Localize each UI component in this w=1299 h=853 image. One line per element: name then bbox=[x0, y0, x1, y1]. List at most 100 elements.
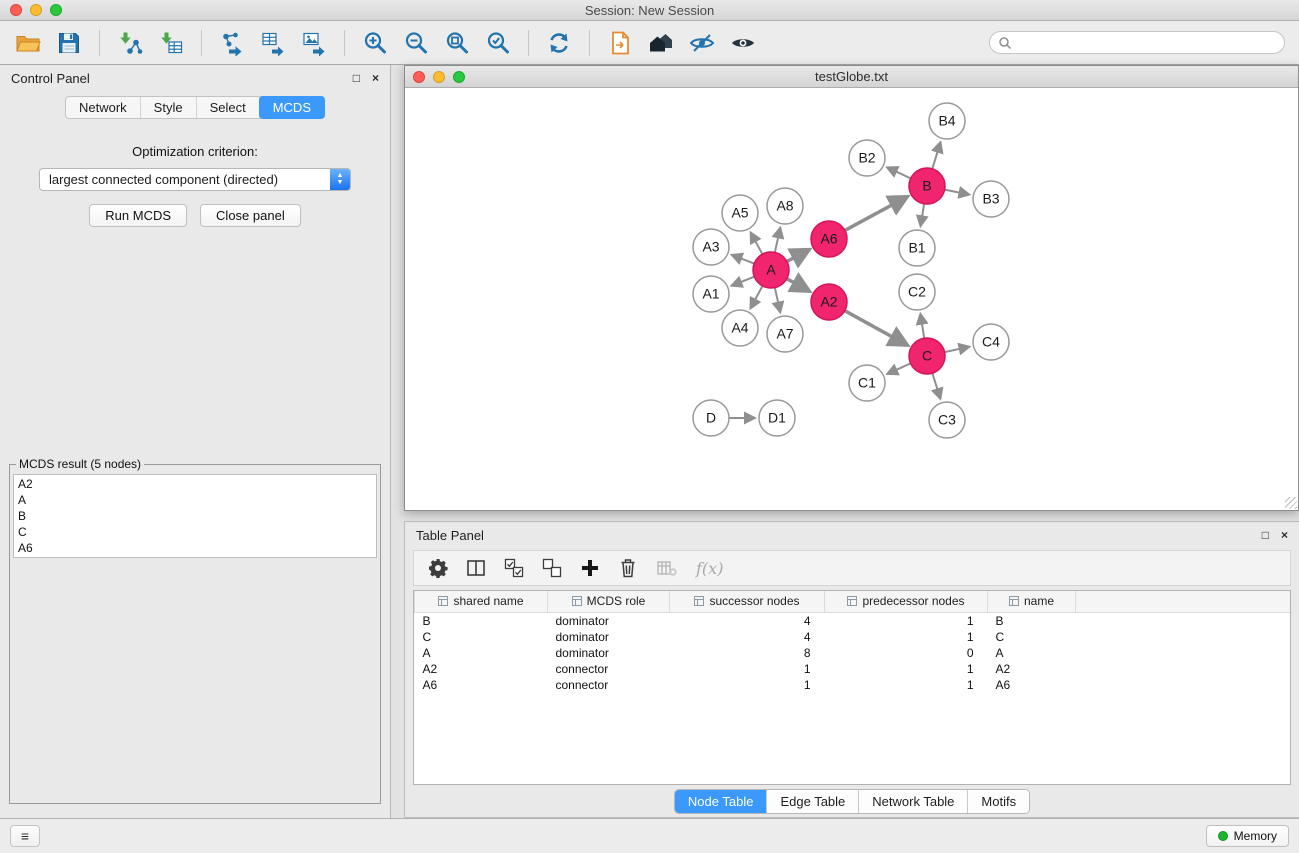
network-minimize-button[interactable] bbox=[433, 71, 445, 83]
tab-network-table[interactable]: Network Table bbox=[859, 790, 968, 813]
cell-predecessor-nodes[interactable]: 1 bbox=[825, 612, 988, 629]
close-panel-button[interactable]: Close panel bbox=[200, 204, 301, 227]
mcds-result-list[interactable]: A2 A B C A6 bbox=[13, 474, 377, 558]
criterion-dropdown[interactable]: largest connected component (directed) ▲… bbox=[39, 168, 351, 191]
cell-shared-name[interactable]: C bbox=[415, 629, 548, 645]
cell-mcds-role[interactable]: dominator bbox=[548, 629, 670, 645]
column-header-shared-name[interactable]: shared name bbox=[415, 591, 548, 612]
home-view-button[interactable] bbox=[645, 27, 677, 59]
cell-mcds-role[interactable]: connector bbox=[548, 677, 670, 693]
network-zoom-button[interactable] bbox=[453, 71, 465, 83]
close-window-button[interactable] bbox=[10, 4, 22, 16]
table-row[interactable]: C dominator 4 1 C bbox=[415, 629, 1291, 645]
graph-edge-A-A1[interactable] bbox=[731, 277, 754, 286]
memory-button[interactable]: Memory bbox=[1206, 825, 1289, 847]
tab-network[interactable]: Network bbox=[66, 97, 141, 118]
graph-edge-A-A7[interactable] bbox=[775, 288, 780, 313]
graph-edge-B-B2[interactable] bbox=[887, 167, 911, 178]
cell-predecessor-nodes[interactable]: 1 bbox=[825, 677, 988, 693]
graph-edge-B-B1[interactable] bbox=[921, 204, 925, 227]
tab-select[interactable]: Select bbox=[197, 97, 260, 118]
resize-handle[interactable] bbox=[1285, 497, 1297, 509]
tab-node-table[interactable]: Node Table bbox=[675, 790, 768, 813]
column-header-predecessor-nodes[interactable]: predecessor nodes bbox=[825, 591, 988, 612]
graph-edge-C-C1[interactable] bbox=[887, 363, 911, 374]
cell-name[interactable]: A6 bbox=[988, 677, 1076, 693]
zoom-fit-button[interactable] bbox=[441, 27, 473, 59]
graph-edge-A6-B[interactable] bbox=[845, 196, 908, 230]
refresh-button[interactable] bbox=[543, 27, 575, 59]
search-field[interactable] bbox=[989, 31, 1285, 54]
cell-successor-nodes[interactable]: 8 bbox=[670, 645, 825, 661]
graph-edge-C-C3[interactable] bbox=[932, 373, 940, 399]
graph-edge-A-A2[interactable] bbox=[787, 279, 810, 292]
tab-mcds[interactable]: MCDS bbox=[259, 96, 325, 119]
result-item[interactable]: A bbox=[18, 492, 372, 508]
network-close-button[interactable] bbox=[413, 71, 425, 83]
zoom-in-button[interactable] bbox=[359, 27, 391, 59]
result-item[interactable]: B bbox=[18, 508, 372, 524]
column-header-name[interactable]: name bbox=[988, 591, 1076, 612]
zoom-selected-button[interactable] bbox=[482, 27, 514, 59]
cell-shared-name[interactable]: A6 bbox=[415, 677, 548, 693]
result-item[interactable]: C bbox=[18, 524, 372, 540]
table-row[interactable]: B dominator 4 1 B bbox=[415, 612, 1291, 629]
cell-successor-nodes[interactable]: 1 bbox=[670, 677, 825, 693]
cell-name[interactable]: C bbox=[988, 629, 1076, 645]
tab-style[interactable]: Style bbox=[141, 97, 197, 118]
graph-edge-A-A6[interactable] bbox=[787, 249, 810, 261]
cell-predecessor-nodes[interactable]: 0 bbox=[825, 645, 988, 661]
table-row[interactable]: A dominator 8 0 A bbox=[415, 645, 1291, 661]
export-network-button[interactable] bbox=[216, 27, 248, 59]
export-table-button[interactable] bbox=[257, 27, 289, 59]
cell-successor-nodes[interactable]: 4 bbox=[670, 629, 825, 645]
import-network-button[interactable] bbox=[114, 27, 146, 59]
show-column-button[interactable] bbox=[466, 557, 486, 579]
cell-mcds-role[interactable]: dominator bbox=[548, 612, 670, 629]
hide-graphics-details-button[interactable] bbox=[686, 27, 718, 59]
node-table-container[interactable]: shared name MCDS role bbox=[413, 590, 1291, 785]
cell-predecessor-nodes[interactable]: 1 bbox=[825, 629, 988, 645]
cell-shared-name[interactable]: B bbox=[415, 612, 548, 629]
table-row[interactable]: A6 connector 1 1 A6 bbox=[415, 677, 1291, 693]
cell-successor-nodes[interactable]: 1 bbox=[670, 661, 825, 677]
delete-column-button[interactable] bbox=[618, 557, 638, 579]
tab-motifs[interactable]: Motifs bbox=[968, 790, 1029, 813]
graph-edge-A-A5[interactable] bbox=[751, 232, 763, 254]
cell-successor-nodes[interactable]: 4 bbox=[670, 612, 825, 629]
cell-shared-name[interactable]: A2 bbox=[415, 661, 548, 677]
network-canvas[interactable]: B4B2BB3B1A5A8A6A3AA1A2A4A7C2C4CC1C3DD1 bbox=[405, 88, 1298, 510]
search-input[interactable] bbox=[1017, 36, 1276, 50]
float-panel-icon[interactable]: □ bbox=[353, 72, 360, 84]
deselect-all-button[interactable] bbox=[542, 557, 562, 579]
cell-name[interactable]: B bbox=[988, 612, 1076, 629]
graph-edge-C-C2[interactable] bbox=[920, 314, 924, 338]
save-session-button[interactable] bbox=[53, 27, 85, 59]
open-session-button[interactable] bbox=[12, 27, 44, 59]
close-panel-icon[interactable]: × bbox=[1281, 529, 1288, 541]
add-column-button[interactable] bbox=[580, 557, 600, 579]
graph-edge-B-B4[interactable] bbox=[932, 142, 940, 169]
column-header-mcds-role[interactable]: MCDS role bbox=[548, 591, 670, 612]
select-all-button[interactable] bbox=[504, 557, 524, 579]
zoom-out-button[interactable] bbox=[400, 27, 432, 59]
cell-mcds-role[interactable]: connector bbox=[548, 661, 670, 677]
graph-edge-B-B3[interactable] bbox=[945, 190, 970, 195]
graph-edge-A-A4[interactable] bbox=[750, 286, 762, 309]
zoom-window-button[interactable] bbox=[50, 4, 62, 16]
close-panel-icon[interactable]: × bbox=[372, 72, 379, 84]
graph-edge-A-A3[interactable] bbox=[732, 255, 755, 264]
delete-table-button[interactable] bbox=[656, 557, 678, 579]
cell-mcds-role[interactable]: dominator bbox=[548, 645, 670, 661]
task-history-button[interactable]: ≡ bbox=[10, 825, 40, 847]
table-row[interactable]: A2 connector 1 1 A2 bbox=[415, 661, 1291, 677]
network-graph[interactable]: B4B2BB3B1A5A8A6A3AA1A2A4A7C2C4CC1C3DD1 bbox=[405, 88, 1298, 509]
cell-name[interactable]: A2 bbox=[988, 661, 1076, 677]
result-item[interactable]: A2 bbox=[18, 476, 372, 492]
show-graphics-details-button[interactable] bbox=[727, 27, 759, 59]
cell-shared-name[interactable]: A bbox=[415, 645, 548, 661]
cell-predecessor-nodes[interactable]: 1 bbox=[825, 661, 988, 677]
run-mcds-button[interactable]: Run MCDS bbox=[89, 204, 187, 227]
graph-edge-A2-C[interactable] bbox=[845, 311, 908, 346]
float-panel-icon[interactable]: □ bbox=[1262, 529, 1269, 541]
